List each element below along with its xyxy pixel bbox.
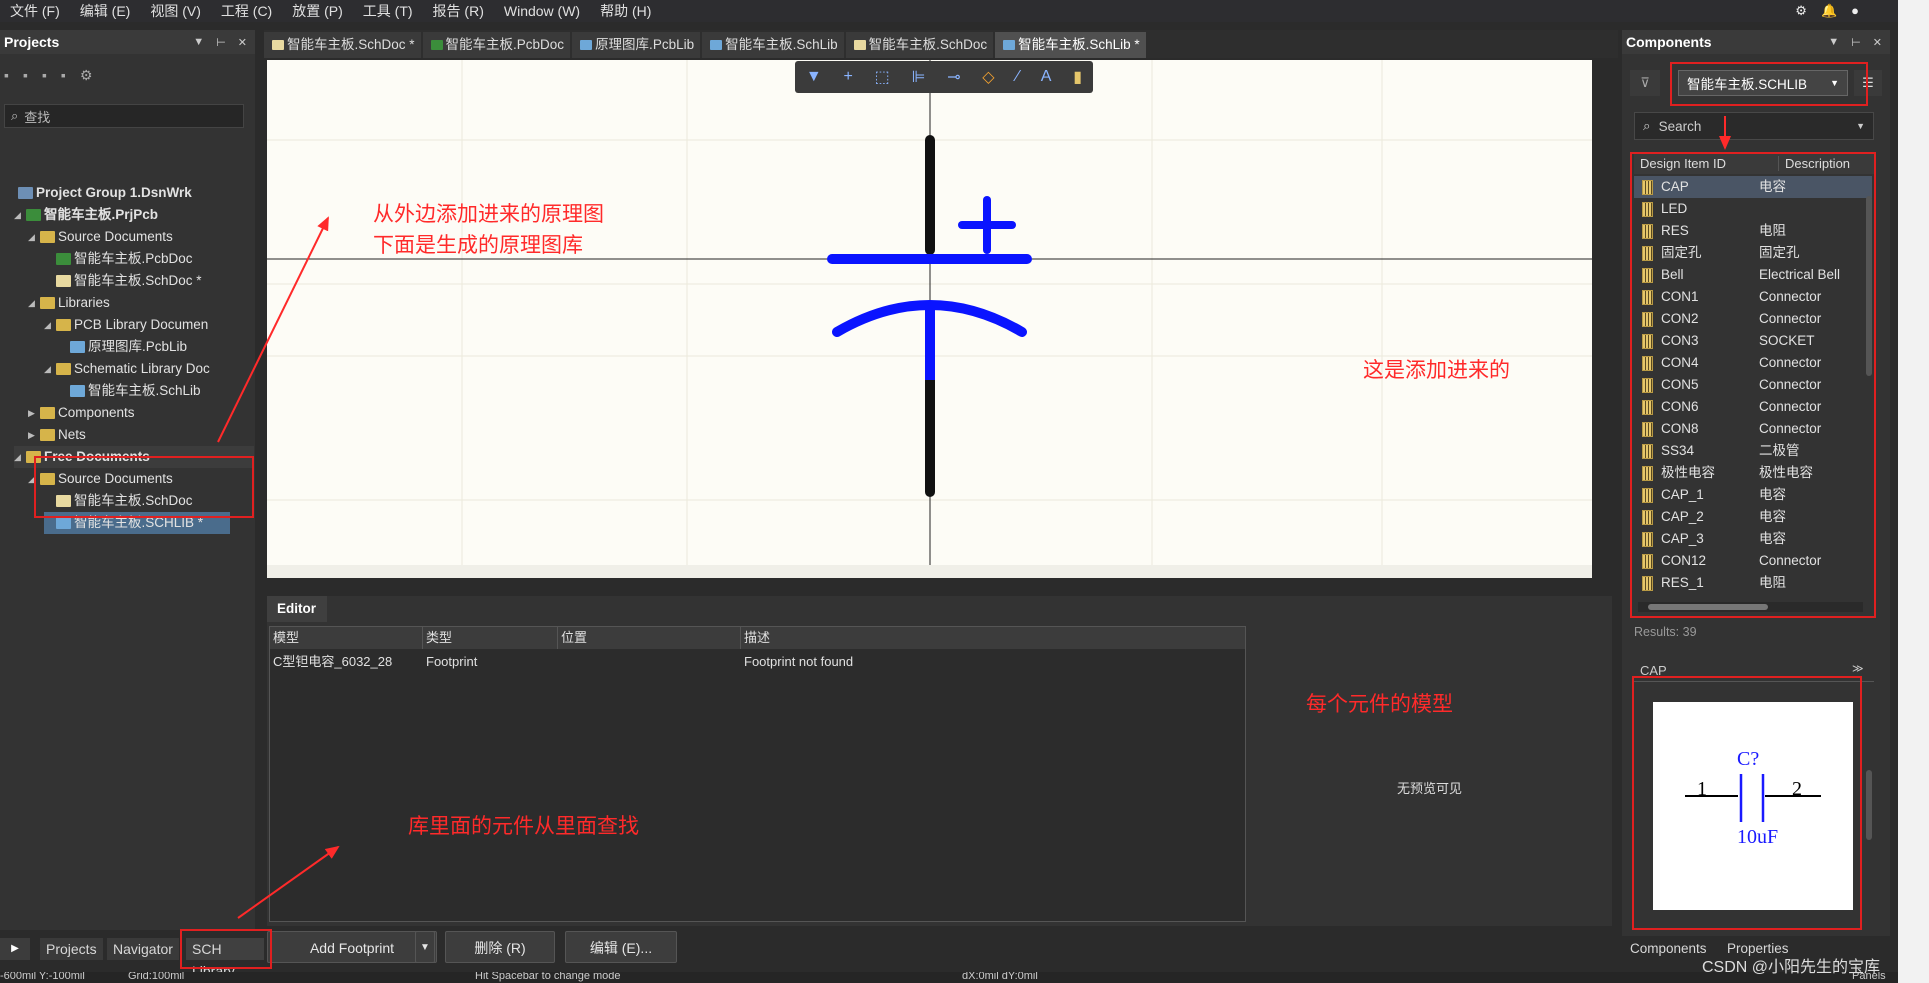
annotation-component-models: 每个元件的模型 <box>1306 693 1453 716</box>
annotation-external-schematic: 从外边添加进来的原理图 <box>373 203 604 226</box>
annotation-added-components: 这是添加进来的 <box>1363 359 1510 382</box>
watermark: CSDN @小阳先生的宝库 <box>1702 959 1881 976</box>
annotation-arrows <box>217 116 1731 919</box>
annotation-generated-library: 下面是生成的原理图库 <box>373 234 583 257</box>
annotation-search-library: 库里面的元件从里面查找 <box>408 815 639 838</box>
